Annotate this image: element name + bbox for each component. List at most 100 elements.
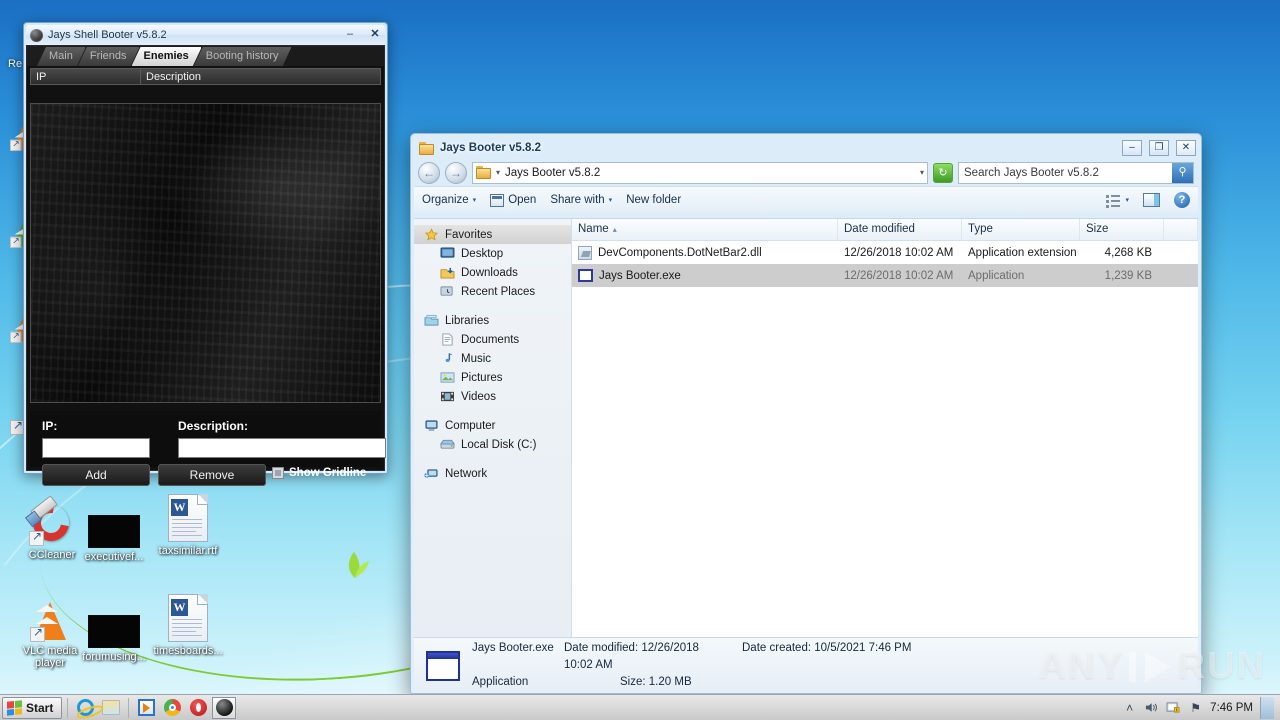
file-name-cell: DevComponents.DotNetBar2.dll [572,245,838,260]
ip-input[interactable] [42,438,150,458]
column-header-name[interactable]: Name ▴ [572,219,838,240]
address-history-caret-icon[interactable]: ▾ [920,168,924,177]
show-desktop-button[interactable] [1260,696,1274,719]
open-button[interactable]: Open [490,193,536,207]
sidebar-item-computer[interactable]: Computer [414,416,571,435]
network-flag-icon[interactable]: ⚑ [1188,701,1203,715]
sidebar-item-favorites[interactable]: Favorites [414,225,571,244]
volume-icon[interactable] [1144,701,1159,715]
action-center-icon[interactable] [1166,701,1181,715]
change-view-button[interactable]: ▾ [1106,194,1129,208]
tab-friends[interactable]: Friends [78,47,140,66]
desktop-icon-ccleaner[interactable]: CCleaner [10,495,94,561]
word-document-icon: W [146,594,230,642]
desktop-icon-forumusing[interactable]: forumusing... [72,600,156,663]
sidebar-item-network[interactable]: Network [414,464,571,483]
sidebar-item-label: Recent Places [461,285,536,298]
tab-bar-filler [283,47,384,66]
sidebar-item-label: Network [445,467,488,480]
sidebar-item-local-disk-c[interactable]: Local Disk (C:) [414,435,571,454]
shell-close-button[interactable]: ✕ [365,28,385,42]
taskbar-item-jays-booter[interactable] [212,696,237,719]
refresh-button[interactable]: ↻ [933,162,953,183]
share-with-button[interactable]: Share with ▾ [550,194,612,206]
file-list-pane[interactable]: Name ▴ Date modified Type Size DevCompone… [572,219,1198,637]
downloads-icon [440,266,455,280]
enemies-list-header: IP Description [30,68,381,85]
internet-explorer-icon [76,699,94,716]
navigation-pane[interactable]: Favorites Desktop Downloads Recent Place… [414,219,572,637]
explorer-maximize-button[interactable]: ❐ [1149,140,1169,156]
documents-icon [440,332,455,347]
desktop-icon-executivef[interactable]: executivef... [72,500,156,563]
disk-icon [440,438,455,452]
sidebar-item-label: Pictures [461,371,503,384]
column-header-date-modified[interactable]: Date modified [838,219,962,240]
taskbar-item-opera[interactable] [186,697,210,719]
add-button[interactable]: Add [42,464,150,486]
tab-booting-history[interactable]: Booting history [194,47,292,66]
explorer-titlebar[interactable]: Jays Booter v5.8.2 – ❐ ✕ [414,137,1198,159]
show-hidden-icons-icon[interactable]: ˄ [1122,701,1137,715]
search-icon[interactable]: ⚲ [1172,162,1193,183]
taskbar-item-internet-explorer[interactable] [73,697,97,719]
computer-icon [424,419,439,433]
file-name-text: Jays Booter.exe [599,269,681,282]
sidebar-item-pictures[interactable]: Pictures [414,368,571,387]
remove-button[interactable]: Remove [158,464,266,486]
tab-main[interactable]: Main [37,47,86,66]
address-field[interactable]: ▾ Jays Booter v5.8.2 ▾ [472,161,928,184]
status-file-type: Application [472,676,529,688]
table-row[interactable]: Jays Booter.exe 12/26/2018 10:02 AM Appl… [572,264,1198,287]
explorer-minimize-button[interactable]: – [1122,140,1142,156]
desktop-icon-vlc[interactable]: VLC media player [8,594,92,669]
description-input[interactable] [178,438,386,458]
help-icon[interactable]: ? [1174,192,1190,208]
sidebar-item-desktop[interactable]: Desktop [414,244,571,263]
pictures-icon [440,371,455,385]
search-box[interactable]: Search Jays Booter v5.8.2 ⚲ [958,161,1194,184]
taskbar[interactable]: Start ˄ ⚑ 7:46 PM [0,694,1280,720]
sidebar-item-documents[interactable]: Documents [414,330,571,349]
explorer-close-button[interactable]: ✕ [1176,140,1196,156]
desktop-icon-timesboards[interactable]: W timesboards... [146,594,230,657]
status-date-created-value: 10/5/2021 7:46 PM [814,642,912,654]
dll-icon [578,245,592,260]
explorer-window[interactable]: Jays Booter v5.8.2 – ❐ ✕ ← → ▾ Jays Boot… [410,133,1202,694]
file-size-cell: 4,268 KB [1104,246,1152,259]
clock[interactable]: 7:46 PM [1210,702,1253,714]
taskbar-item-windows-media-player[interactable] [134,697,158,719]
sidebar-item-label: Documents [461,333,520,346]
table-row[interactable]: DevComponents.DotNetBar2.dll 12/26/2018 … [572,241,1198,264]
back-button[interactable]: ← [418,161,440,184]
shell-minimize-button[interactable]: – [340,28,360,42]
share-with-label: Share with [550,194,605,206]
taskbar-item-google-chrome[interactable] [160,697,184,719]
file-type-cell: Application extension [968,246,1077,259]
column-header-size[interactable]: Size [1080,219,1164,240]
column-header-description[interactable]: Description [140,68,381,85]
organize-button[interactable]: Organize ▾ [422,194,476,206]
system-tray[interactable]: ˄ ⚑ 7:46 PM [1122,696,1278,719]
sidebar-item-downloads[interactable]: Downloads [414,263,571,282]
column-header-type[interactable]: Type [962,219,1080,240]
show-gridline-checkbox[interactable]: Show Gridline [272,467,366,479]
tab-enemies[interactable]: Enemies [132,47,202,66]
new-folder-button[interactable]: New folder [626,194,681,206]
start-label: Start [26,700,54,715]
start-button[interactable]: Start [2,696,63,719]
address-breadcrumb-caret-icon[interactable]: ▾ [496,168,500,177]
shell-window-titlebar[interactable]: Jays Shell Booter v5.8.2 – ✕ [26,25,385,45]
desktop-icon-taxsimilar-rtf[interactable]: W taxsimilar.rtf [146,494,230,557]
address-path-text: Jays Booter v5.8.2 [505,166,601,179]
sidebar-item-recent-places[interactable]: Recent Places [414,282,571,301]
search-input[interactable]: Search Jays Booter v5.8.2 [964,167,1172,179]
sidebar-item-music[interactable]: Music [414,349,571,368]
preview-pane-icon[interactable] [1143,193,1160,207]
sidebar-item-videos[interactable]: Videos [414,387,571,406]
enemies-list-body[interactable] [30,103,381,403]
forward-button[interactable]: → [445,161,467,184]
column-header-ip[interactable]: IP [30,68,140,85]
sidebar-item-libraries[interactable]: Libraries [414,311,571,330]
jays-shell-booter-window[interactable]: Jays Shell Booter v5.8.2 – ✕ Main Friend… [23,22,388,486]
